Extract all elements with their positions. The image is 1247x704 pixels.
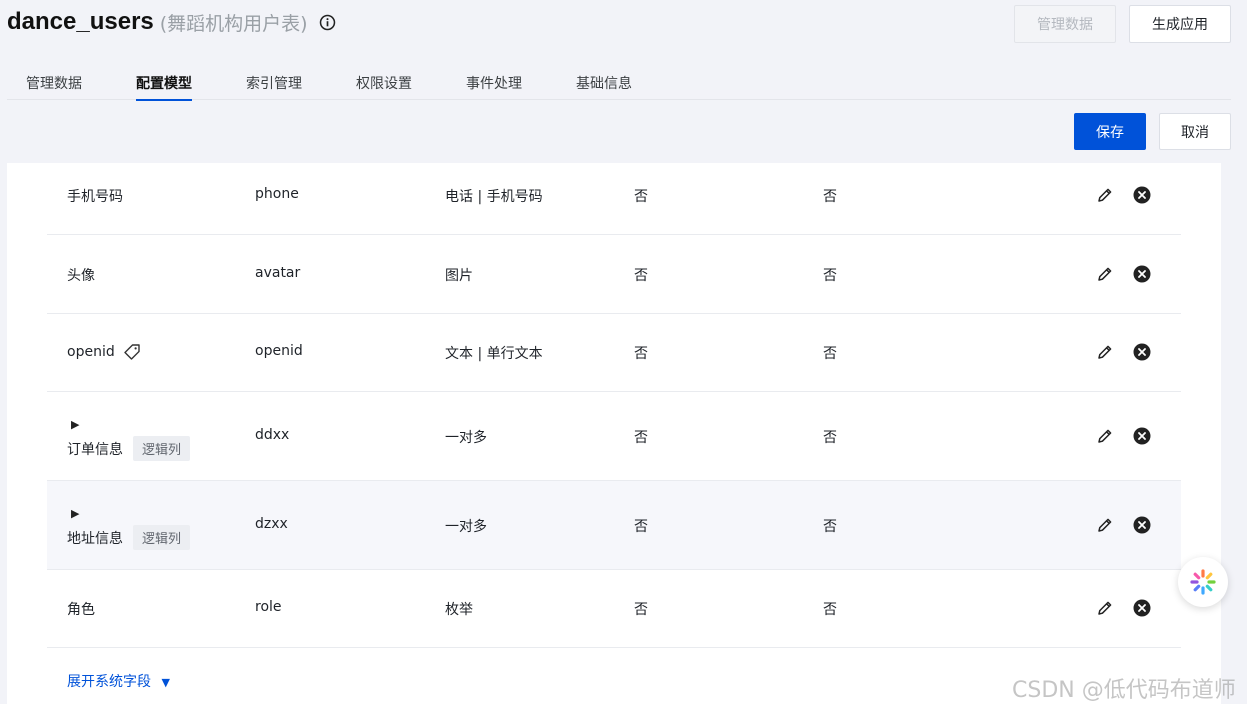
edit-icon[interactable]: [1096, 516, 1114, 534]
tab-manage-data[interactable]: 管理数据: [26, 73, 82, 93]
save-button[interactable]: 保存: [1074, 113, 1146, 150]
tab-permission-settings[interactable]: 权限设置: [356, 73, 412, 93]
cancel-button[interactable]: 取消: [1159, 113, 1231, 150]
delete-icon[interactable]: [1133, 427, 1151, 445]
field-key: phone: [255, 186, 299, 202]
field-type: 电话 | 手机号码: [445, 189, 543, 205]
logic-column-badge: 逻辑列: [133, 525, 191, 550]
delete-icon[interactable]: [1133, 516, 1151, 534]
triangle-down-icon: ▼: [161, 676, 170, 689]
field-label: 头像: [67, 268, 95, 284]
field-type: 图片: [445, 268, 473, 284]
delete-icon[interactable]: [1133, 343, 1151, 361]
tab-basic-info[interactable]: 基础信息: [576, 73, 632, 93]
assistant-icon: [1190, 569, 1216, 595]
field-type: 一对多: [445, 430, 487, 446]
field-label-group: 地址信息 逻辑列: [67, 525, 191, 550]
field-key: role: [255, 599, 282, 615]
field-label: openid: [67, 344, 115, 360]
tab-index-management[interactable]: 索引管理: [246, 73, 302, 93]
field-flag-2: 否: [823, 519, 837, 535]
field-flag-2: 否: [823, 268, 837, 284]
field-flag-1: 否: [634, 268, 648, 284]
field-label-group: 订单信息 逻辑列: [67, 436, 191, 461]
edit-icon[interactable]: [1096, 343, 1114, 361]
logic-column-badge: 逻辑列: [133, 436, 191, 461]
tab-config-model[interactable]: 配置模型: [136, 73, 192, 101]
field-flag-2: 否: [823, 602, 837, 618]
field-flag-2: 否: [823, 430, 837, 446]
manage-data-button[interactable]: 管理数据: [1014, 5, 1116, 43]
table-row: ▶ 订单信息 逻辑列 ddxx 一对多 否 否: [47, 392, 1181, 481]
tab-event-handling[interactable]: 事件处理: [466, 73, 522, 93]
tab-bar: 管理数据 配置模型 索引管理 权限设置 事件处理 基础信息: [7, 64, 1231, 101]
field-key: dzxx: [255, 516, 288, 532]
table-row: 角色 role 枚举 否 否: [47, 570, 1181, 648]
field-label: 地址信息: [67, 530, 123, 547]
field-flag-2: 否: [823, 189, 837, 205]
info-icon[interactable]: [319, 14, 336, 31]
edit-icon[interactable]: [1096, 427, 1114, 445]
edit-icon[interactable]: [1096, 599, 1114, 617]
expand-row-icon[interactable]: ▶: [71, 507, 79, 520]
field-flag-1: 否: [634, 602, 648, 618]
field-flag-1: 否: [634, 430, 648, 446]
field-flag-2: 否: [823, 346, 837, 362]
page-title-group: dance_users (舞蹈机构用户表): [7, 8, 336, 36]
delete-icon[interactable]: [1133, 265, 1151, 283]
edit-icon[interactable]: [1096, 186, 1114, 204]
field-key: openid: [255, 343, 303, 359]
field-label-group: openid: [67, 343, 141, 361]
field-label: 角色: [67, 602, 95, 618]
edit-icon[interactable]: [1096, 265, 1114, 283]
watermark: CSDN @低代码布道师: [1012, 678, 1236, 703]
generate-app-button[interactable]: 生成应用: [1129, 5, 1231, 43]
page-subtitle: (舞蹈机构用户表): [159, 12, 308, 35]
expand-system-fields-label: 展开系统字段: [67, 674, 151, 690]
field-flag-1: 否: [634, 189, 648, 205]
field-type: 一对多: [445, 519, 487, 535]
page-header: dance_users (舞蹈机构用户表) 管理数据 生成应用: [0, 0, 1247, 48]
field-key: ddxx: [255, 427, 290, 443]
field-label: 手机号码: [67, 189, 123, 205]
expand-row-icon[interactable]: ▶: [71, 418, 79, 431]
field-type: 文本 | 单行文本: [445, 346, 543, 362]
assistant-floating-button[interactable]: [1178, 557, 1228, 607]
table-row: 手机号码 phone 电话 | 手机号码 否 否: [47, 163, 1181, 235]
field-flag-1: 否: [634, 346, 648, 362]
delete-icon[interactable]: [1133, 599, 1151, 617]
table-row: 头像 avatar 图片 否 否: [47, 235, 1181, 314]
delete-icon[interactable]: [1133, 186, 1151, 204]
field-flag-1: 否: [634, 519, 648, 535]
expand-system-fields-link[interactable]: 展开系统字段 ▼: [67, 671, 170, 691]
field-label: 订单信息: [67, 441, 123, 458]
field-key: avatar: [255, 265, 301, 281]
tag-icon[interactable]: [123, 343, 141, 361]
table-row: openid openid 文本 | 单行文本 否 否: [47, 314, 1181, 392]
table-row: ▶ 地址信息 逻辑列 dzxx 一对多 否 否: [47, 481, 1181, 570]
page-title: dance_users: [7, 8, 154, 35]
field-list-card: 手机号码 phone 电话 | 手机号码 否 否 头像 avatar 图片 否 …: [7, 163, 1221, 704]
field-type: 枚举: [445, 602, 473, 618]
